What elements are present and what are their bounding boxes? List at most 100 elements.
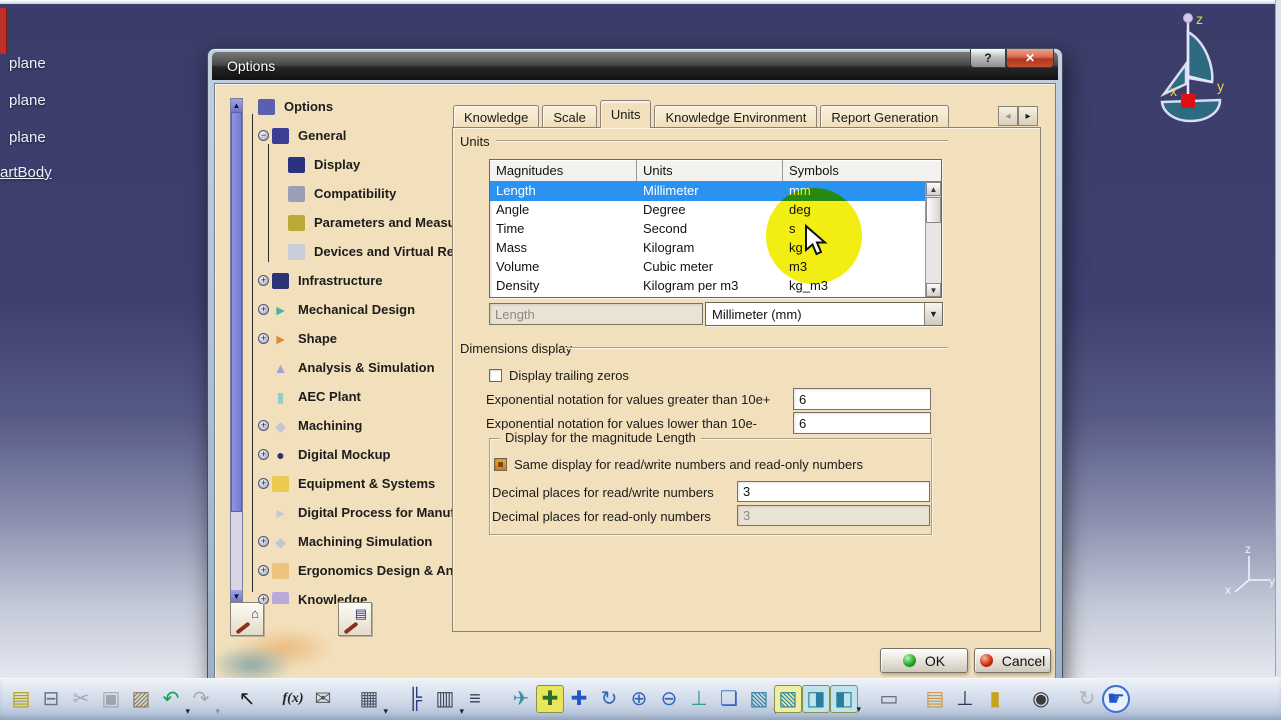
grid-icon[interactable]: ▦ bbox=[354, 684, 384, 714]
multi-view-icon[interactable]: ❏ bbox=[714, 684, 744, 714]
reset-defaults-button[interactable]: ⌂ bbox=[230, 602, 264, 636]
units-table-row[interactable]: Length Millimeter mm bbox=[490, 182, 925, 201]
column-symbols[interactable]: Symbols bbox=[783, 160, 941, 181]
tab-report-generation[interactable]: Report Generation bbox=[820, 105, 949, 128]
pointer-icon[interactable]: ↖ bbox=[232, 684, 262, 714]
tree-scroll-up-button[interactable]: ▲ bbox=[231, 99, 242, 112]
comment-icon[interactable]: ✉ bbox=[308, 684, 338, 714]
chevron-down-icon[interactable]: ▼ bbox=[924, 303, 942, 325]
cut-icon[interactable]: ✂ bbox=[66, 684, 96, 714]
wireframe-box-icon[interactable]: ▭ bbox=[874, 684, 904, 714]
same-display-checkbox[interactable] bbox=[494, 458, 507, 471]
pan-icon[interactable]: ✚ bbox=[564, 684, 594, 714]
tree-item-general[interactable]: − General bbox=[244, 121, 452, 150]
tree-item-mechanical-design[interactable]: + ► Mechanical Design bbox=[244, 295, 452, 324]
tree-item-options[interactable]: Options bbox=[244, 92, 452, 121]
tree-expander-icon[interactable]: + bbox=[258, 594, 269, 604]
tree-expander-icon[interactable]: + bbox=[258, 536, 269, 547]
tree-item-digital-mockup[interactable]: + ● Digital Mockup bbox=[244, 440, 452, 469]
exp-lower-input[interactable] bbox=[793, 412, 931, 434]
zoom-in-icon[interactable]: ⊕ bbox=[624, 684, 654, 714]
tree-item-digital-process-for-manufacturing[interactable]: ► Digital Process for Manufa bbox=[244, 498, 452, 527]
fit-all-icon[interactable]: ✚ bbox=[536, 685, 564, 713]
tree-item-machining[interactable]: + ◆ Machining bbox=[244, 411, 452, 440]
catalog-icon[interactable]: ▥ bbox=[430, 684, 460, 714]
tree-item-infrastructure[interactable]: + Infrastructure bbox=[244, 266, 452, 295]
units-table-scrollbar[interactable]: ▲ ▼ bbox=[925, 182, 941, 297]
spec-tree-label-plane-1[interactable]: plane bbox=[9, 55, 46, 72]
dialog-titlebar[interactable]: Options bbox=[212, 52, 1058, 80]
spec-tree-label-plane-2[interactable]: plane bbox=[9, 92, 46, 109]
structure-tree-icon[interactable]: ╠ bbox=[400, 684, 430, 714]
tree-item-shape[interactable]: + ► Shape bbox=[244, 324, 452, 353]
view-compass[interactable]: z y x bbox=[1138, 6, 1243, 128]
tree-item-display[interactable]: Display bbox=[244, 150, 452, 179]
cancel-button[interactable]: Cancel bbox=[974, 648, 1051, 673]
tab-scale[interactable]: Scale bbox=[542, 105, 597, 128]
tree-expander-icon[interactable]: + bbox=[258, 565, 269, 576]
tab-knowledge-environment[interactable]: Knowledge Environment bbox=[654, 105, 817, 128]
units-table-row[interactable]: Volume Cubic meter m3 bbox=[490, 258, 925, 277]
select-hand-icon[interactable]: ☛ bbox=[1102, 685, 1130, 713]
paste-icon[interactable]: ▨ bbox=[126, 684, 156, 714]
unit-select[interactable]: Millimeter (mm) ▼ bbox=[705, 302, 943, 326]
view-mode-2-icon[interactable]: ◧ bbox=[830, 685, 858, 713]
shading-with-edges-icon[interactable]: ▧ bbox=[774, 685, 802, 713]
normal-view-icon[interactable]: ⊥ bbox=[684, 684, 714, 714]
relations-icon[interactable]: ≡ bbox=[460, 684, 490, 714]
close-button[interactable]: ✕ bbox=[1006, 49, 1054, 68]
undo-icon[interactable]: ↶ bbox=[156, 684, 186, 714]
shading-icon[interactable]: ▧ bbox=[744, 684, 774, 714]
table-scroll-down-button[interactable]: ▼ bbox=[926, 283, 941, 297]
zoom-out-icon[interactable]: ⊖ bbox=[654, 684, 684, 714]
tree-item-analysis-simulation[interactable]: ▲ Analysis & Simulation bbox=[244, 353, 452, 382]
tree-expander-icon[interactable]: + bbox=[258, 275, 269, 286]
units-table-row[interactable]: Density Kilogram per m3 kg_m3 bbox=[490, 277, 925, 296]
formula-fx-icon[interactable]: f(x) bbox=[278, 684, 308, 714]
spec-tree-label-partbody[interactable]: artBody bbox=[0, 164, 52, 181]
copy-icon[interactable]: ▣ bbox=[96, 684, 126, 714]
tree-scrollbar[interactable]: ▲ ▼ bbox=[230, 98, 243, 604]
column-magnitudes[interactable]: Magnitudes bbox=[490, 160, 637, 181]
tree-expander-icon[interactable]: + bbox=[258, 333, 269, 344]
redo-icon[interactable]: ↷ bbox=[186, 684, 216, 714]
tree-item-aec-plant[interactable]: ▮ AEC Plant bbox=[244, 382, 452, 411]
tabs-scroll-left-button[interactable]: ◂ bbox=[998, 106, 1018, 126]
fly-mode-icon[interactable]: ✈ bbox=[506, 684, 536, 714]
rotate-icon[interactable]: ↻ bbox=[594, 684, 624, 714]
spec-tree-label-plane-3[interactable]: plane bbox=[9, 129, 46, 146]
units-table-row[interactable]: Angle Degree deg bbox=[490, 201, 925, 220]
tree-expander-icon[interactable]: + bbox=[258, 304, 269, 315]
table-scroll-up-button[interactable]: ▲ bbox=[926, 182, 941, 196]
decimal-rw-input[interactable] bbox=[737, 481, 930, 502]
help-button[interactable]: ? bbox=[970, 49, 1006, 68]
view-mode-1-icon[interactable]: ◨ bbox=[802, 685, 830, 713]
tree-item-compatibility[interactable]: Compatibility bbox=[244, 179, 452, 208]
units-table-row[interactable]: Mass Kilogram kg bbox=[490, 239, 925, 258]
defaults-document-button[interactable]: ▤ bbox=[338, 602, 372, 636]
tree-scroll-thumb[interactable] bbox=[231, 112, 242, 512]
tree-item-equipment-systems[interactable]: + Equipment & Systems bbox=[244, 469, 452, 498]
display-trailing-zeros-checkbox[interactable] bbox=[489, 369, 502, 382]
print-icon[interactable]: ⊟ bbox=[36, 684, 66, 714]
measure-ruler-icon[interactable]: ▤ bbox=[920, 684, 950, 714]
measure-item-icon[interactable]: ⊥ bbox=[950, 684, 980, 714]
tree-expander-icon[interactable]: + bbox=[258, 449, 269, 460]
tree-item-devices-and-virtual-reality[interactable]: Devices and Virtual Real bbox=[244, 237, 452, 266]
tree-expander-icon[interactable]: − bbox=[258, 130, 269, 141]
tabs-scroll-right-button[interactable]: ▸ bbox=[1018, 106, 1038, 126]
save-icon[interactable]: ▤ bbox=[6, 684, 36, 714]
tree-item-ergonomics-design-analysis[interactable]: + Ergonomics Design & Ana bbox=[244, 556, 452, 585]
column-units[interactable]: Units bbox=[637, 160, 783, 181]
ok-button[interactable]: OK bbox=[880, 648, 968, 673]
tree-expander-icon[interactable]: + bbox=[258, 478, 269, 489]
tab-units[interactable]: Units bbox=[600, 100, 652, 128]
tab-knowledge[interactable]: Knowledge bbox=[453, 105, 539, 128]
tree-item-parameters-and-measure[interactable]: Parameters and Measure bbox=[244, 208, 452, 237]
capture-camera-icon[interactable]: ◉ bbox=[1026, 684, 1056, 714]
units-table-row[interactable]: Time Second s bbox=[490, 220, 925, 239]
tree-item-machining-simulation[interactable]: + ◆ Machining Simulation bbox=[244, 527, 452, 556]
tree-expander-icon[interactable]: + bbox=[258, 420, 269, 431]
exp-greater-input[interactable] bbox=[793, 388, 931, 410]
refresh-icon[interactable]: ↻ bbox=[1072, 684, 1102, 714]
